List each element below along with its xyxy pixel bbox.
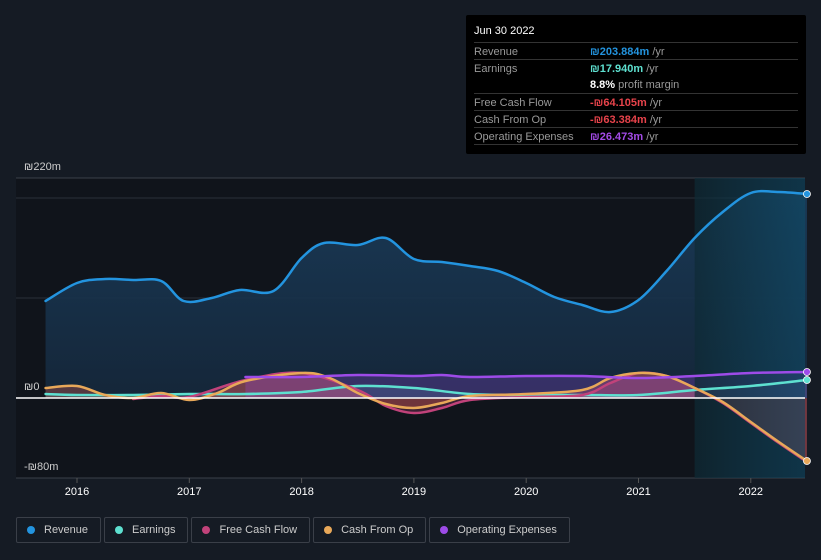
y-tick-label: -₪80m xyxy=(24,461,58,473)
x-tick-label: 2020 xyxy=(514,486,538,498)
tooltip-label: Operating Expenses xyxy=(474,131,574,143)
y-tick-label: ₪0 xyxy=(24,381,39,393)
x-tick-label: 2019 xyxy=(402,486,426,498)
legend-dot-icon xyxy=(202,526,211,534)
legend-dot-icon xyxy=(115,526,124,534)
x-tick-label: 2022 xyxy=(739,486,763,498)
tooltip-row: Revenue ₪203.884m /yr xyxy=(474,42,798,60)
legend-dot-icon xyxy=(324,526,333,534)
tooltip-label: Earnings xyxy=(474,63,518,75)
x-tick-label: 2016 xyxy=(65,486,89,498)
tooltip-value: -₪64.105m /yr xyxy=(590,97,663,109)
legend-label: Cash From Op xyxy=(341,524,414,536)
revenue-endpoint xyxy=(803,190,811,198)
legend-dot-icon xyxy=(27,526,35,534)
tooltip-divider xyxy=(474,144,798,145)
legend-dot-icon xyxy=(440,526,449,534)
legend-label: Operating Expenses xyxy=(457,524,557,536)
tooltip-value: -₪63.384m /yr xyxy=(590,114,663,126)
tooltip-row: Earnings ₪17.940m /yr xyxy=(474,59,798,77)
y-tick-label: ₪220m xyxy=(24,161,61,173)
tooltip-value: ₪26.473m /yr xyxy=(590,131,659,143)
legend-label: Earnings xyxy=(132,524,176,536)
legend-item-free-cash-flow[interactable]: Free Cash Flow xyxy=(191,517,311,543)
x-tick-label: 2021 xyxy=(626,486,650,498)
cash-from-op-endpoint xyxy=(803,457,811,465)
x-tick-label: 2017 xyxy=(177,486,201,498)
tooltip-value: ₪203.884m /yr xyxy=(590,46,665,58)
earnings-endpoint xyxy=(803,376,811,384)
tooltip-value: 8.8% profit margin xyxy=(590,79,680,91)
legend: Revenue Earnings Free Cash Flow Cash From O… xyxy=(16,517,570,543)
x-axis: 2016 2017 2018 2019 2020 2021 2022 xyxy=(65,478,763,498)
legend-label: Free Cash Flow xyxy=(219,524,298,536)
tooltip-row: Operating Expenses ₪26.473m /yr xyxy=(474,127,798,145)
legend-label: Revenue xyxy=(44,524,89,536)
tooltip-row: Cash From Op -₪63.384m /yr xyxy=(474,110,798,128)
tooltip-date: Jun 30 2022 xyxy=(474,25,535,37)
operating-expenses-endpoint xyxy=(803,368,811,376)
tooltip-row: Free Cash Flow -₪64.105m /yr xyxy=(474,93,798,111)
legend-item-revenue[interactable]: Revenue xyxy=(16,517,102,543)
tooltip-label: Revenue xyxy=(474,46,519,58)
legend-item-cash-from-op[interactable]: Cash From Op xyxy=(313,517,427,543)
tooltip-label: Cash From Op xyxy=(474,114,547,126)
legend-item-operating-expenses[interactable]: Operating Expenses xyxy=(429,517,570,543)
tooltip-value: ₪17.940m /yr xyxy=(590,63,659,75)
x-tick-label: 2018 xyxy=(289,486,313,498)
tooltip: Jun 30 2022 Revenue ₪203.884m /yr Earnings… xyxy=(466,15,806,154)
tooltip-row: 8.8% profit margin xyxy=(474,76,798,93)
legend-item-earnings[interactable]: Earnings xyxy=(104,517,189,543)
tooltip-label: Free Cash Flow xyxy=(474,97,552,109)
